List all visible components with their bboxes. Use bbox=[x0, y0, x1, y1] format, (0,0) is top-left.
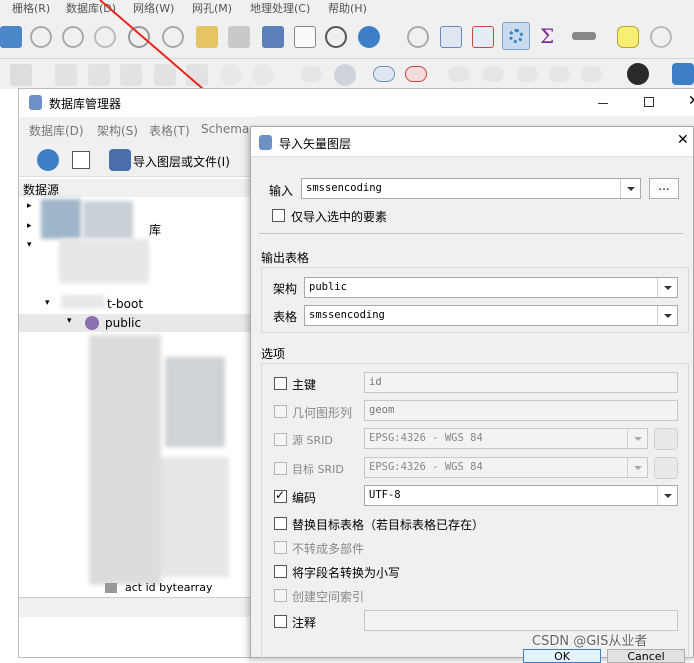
table-icon bbox=[105, 583, 117, 593]
data-source-header: 数据源 bbox=[19, 179, 259, 197]
data-source-tree[interactable]: ▸ ▸ ▾ 库 ▾ t-boot ▾ public act id bytearr… bbox=[19, 197, 259, 594]
watermark: CSDN @GIS从业者 bbox=[532, 634, 648, 649]
tree-item-public[interactable]: public bbox=[105, 316, 141, 330]
db-scrollbar[interactable] bbox=[19, 597, 259, 617]
sql-window-icon[interactable] bbox=[72, 151, 90, 169]
comment-checkbox[interactable] bbox=[274, 615, 287, 628]
import-layer-button[interactable]: 导入图层或文件(I) bbox=[133, 153, 230, 170]
comment-field[interactable] bbox=[364, 610, 678, 631]
target-srid-checkbox[interactable] bbox=[274, 462, 287, 475]
target-srid-label: 目标 SRID bbox=[292, 463, 344, 476]
spatial-index-checkbox[interactable] bbox=[274, 589, 287, 602]
db-manager-toolbar: 导入图层或文件(I) bbox=[19, 141, 259, 177]
options-section-title: 选项 bbox=[261, 347, 286, 361]
cancel-button[interactable]: Cancel bbox=[607, 649, 685, 663]
tree-item-boot[interactable]: t-boot bbox=[107, 297, 143, 311]
divider bbox=[259, 233, 683, 234]
input-label: 输入 bbox=[269, 184, 294, 198]
minimize-button[interactable] bbox=[598, 103, 608, 104]
db-manager-menubar: 数据库(D) 架构(S) 表格(T) Schema bbox=[19, 117, 259, 141]
db-manager-menubar-right bbox=[258, 116, 694, 126]
schema-icon bbox=[85, 316, 99, 330]
source-crs-select-icon[interactable] bbox=[654, 428, 678, 450]
source-srid-label: 源 SRID bbox=[292, 434, 333, 447]
source-srid-checkbox[interactable] bbox=[274, 433, 287, 446]
db-manager-titlebar-right: ✕ bbox=[258, 88, 694, 116]
only-selected-checkbox[interactable] bbox=[272, 209, 285, 222]
input-combo[interactable]: smssencoding bbox=[301, 178, 641, 199]
schema-label: 架构 bbox=[273, 282, 298, 296]
no-multipart-label: 不转成多部件 bbox=[292, 542, 365, 556]
database-icon bbox=[29, 95, 42, 110]
db-menu-table[interactable]: 表格(T) bbox=[149, 122, 190, 139]
only-selected-label: 仅导入选中的要素 bbox=[291, 210, 388, 224]
database-icon bbox=[259, 135, 272, 150]
lowercase-checkbox[interactable] bbox=[274, 565, 287, 578]
refresh-icon[interactable] bbox=[37, 149, 59, 171]
primary-key-label: 主键 bbox=[292, 378, 317, 392]
geometry-column-field[interactable]: geom bbox=[364, 400, 678, 421]
output-section-title: 输出表格 bbox=[261, 251, 310, 265]
browse-button[interactable]: ... bbox=[649, 178, 679, 199]
geometry-column-checkbox[interactable] bbox=[274, 405, 287, 418]
encoding-label: 编码 bbox=[292, 491, 317, 505]
maximize-button[interactable] bbox=[644, 97, 654, 107]
db-menu-schema-en[interactable]: Schema bbox=[201, 122, 249, 136]
lowercase-label: 将字段名转换为小写 bbox=[292, 566, 401, 580]
encoding-checkbox[interactable] bbox=[274, 488, 287, 503]
replace-table-label: 替换目标表格（若目标表格已存在） bbox=[292, 518, 485, 532]
target-srid-combo[interactable]: EPSG:4326 - WGS 84 bbox=[364, 457, 648, 478]
tree-item-last[interactable]: act id bytearray bbox=[125, 581, 213, 594]
dialog-titlebar: 导入矢量图层 ✕ bbox=[251, 127, 693, 157]
no-multipart-checkbox[interactable] bbox=[274, 541, 287, 554]
primary-key-field[interactable]: id bbox=[364, 372, 678, 393]
table-combo[interactable]: smssencoding bbox=[304, 305, 678, 326]
replace-table-checkbox[interactable] bbox=[274, 517, 287, 530]
dialog-title: 导入矢量图层 bbox=[279, 137, 352, 151]
import-vector-dialog: 导入矢量图层 ✕ 输入 smssencoding ... 仅导入选中的要素 输出… bbox=[250, 126, 694, 663]
encoding-combo[interactable]: UTF-8 bbox=[364, 485, 678, 506]
close-icon[interactable]: ✕ bbox=[677, 132, 689, 148]
db-manager-window: 数据库管理器 数据库(D) 架构(S) 表格(T) Schema 导入图层或文件… bbox=[18, 88, 694, 658]
db-manager-title: 数据库管理器 bbox=[49, 97, 122, 111]
target-crs-select-icon[interactable] bbox=[654, 457, 678, 479]
source-srid-combo[interactable]: EPSG:4326 - WGS 84 bbox=[364, 428, 648, 449]
db-menu-database[interactable]: 数据库(D) bbox=[29, 122, 84, 139]
db-close-icon[interactable]: ✕ bbox=[688, 93, 694, 109]
table-label: 表格 bbox=[273, 310, 298, 324]
comment-label: 注释 bbox=[292, 616, 317, 630]
tree-item-db[interactable]: 库 bbox=[149, 221, 161, 238]
primary-key-checkbox[interactable] bbox=[274, 377, 287, 390]
db-menu-schema[interactable]: 架构(S) bbox=[97, 122, 138, 139]
import-layer-icon[interactable] bbox=[109, 149, 131, 171]
geometry-column-label: 几何图形列 bbox=[292, 406, 353, 420]
ok-button[interactable]: OK bbox=[523, 649, 601, 663]
spatial-index-label: 创建空间索引 bbox=[292, 590, 365, 604]
schema-combo[interactable]: public bbox=[304, 277, 678, 298]
